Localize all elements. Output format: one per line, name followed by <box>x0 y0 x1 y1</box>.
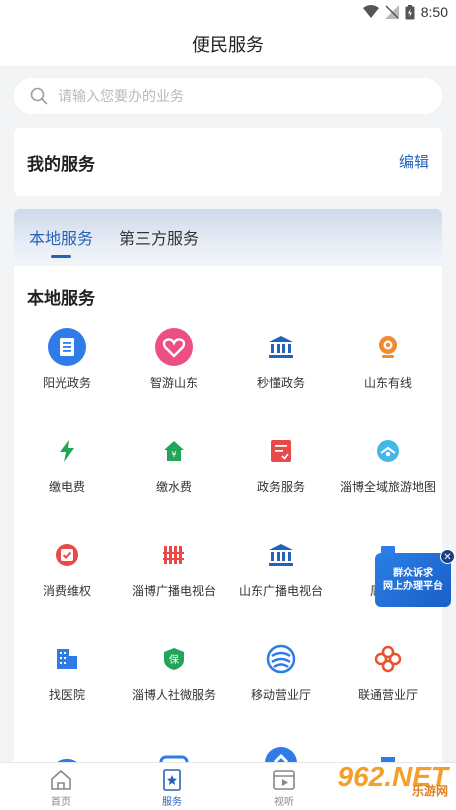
active-tab-indicator <box>51 255 71 258</box>
my-services-card: 我的服务 编辑 <box>14 128 442 196</box>
banner-line-1: 群众诉求 <box>393 568 433 579</box>
heart-icon <box>155 328 193 366</box>
document-icon <box>48 328 86 366</box>
page-title: 便民服务 <box>0 26 456 66</box>
nav-services[interactable]: 服务 <box>142 769 202 808</box>
play-video-icon <box>254 769 314 791</box>
service-zibo-tv[interactable]: 淄博广播电视台 <box>121 536 227 599</box>
nav-home[interactable]: 首页 <box>31 769 91 808</box>
close-icon[interactable]: ✕ <box>440 549 455 564</box>
svg-text:保: 保 <box>169 653 179 666</box>
service-mobile-hall[interactable]: 移动营业厅 <box>228 640 334 703</box>
clock: 8:50 <box>420 4 448 20</box>
nav-label: 服务 <box>162 797 182 808</box>
site-watermark: 962.NET 乐游网 <box>316 760 456 810</box>
nav-label: 首页 <box>51 797 71 808</box>
edit-button[interactable]: 编辑 <box>399 151 429 172</box>
china-mobile-icon <box>262 640 300 678</box>
service-label: 联通营业厅 <box>357 688 418 702</box>
service-tabs: 本地服务 第三方服务 <box>14 209 442 263</box>
complaint-platform-banner[interactable]: 群众诉求 网上办理平台 ✕ <box>375 549 455 607</box>
no-signal-icon <box>384 5 399 19</box>
status-bar: 8:50 <box>0 0 456 26</box>
service-label: 阳光政务 <box>42 376 91 390</box>
service-jiao-shuifei[interactable]: ¥ 缴水费 <box>121 432 227 495</box>
search-placeholder: 请输入您要办的业务 <box>58 88 184 104</box>
service-zibo-renshe[interactable]: 保 淄博人社微服务 <box>121 640 227 703</box>
house-yen-icon: ¥ <box>155 432 193 470</box>
lightning-icon <box>48 432 86 470</box>
service-miaodong-zhengwu[interactable]: 秒懂政务 <box>228 328 334 391</box>
service-label: 山东有线 <box>363 376 412 390</box>
service-xiaofei-weiquan[interactable]: 消费维权 <box>14 536 120 599</box>
service-label: 找医院 <box>48 688 85 702</box>
section-title: 本地服务 <box>27 289 95 308</box>
checklist-icon <box>262 432 300 470</box>
service-label: 智游山东 <box>149 376 198 390</box>
service-unicom-hall[interactable]: 联通营业厅 <box>335 640 441 703</box>
tab-third-party-services[interactable]: 第三方服务 <box>119 225 199 249</box>
service-zhengwu-fuwu[interactable]: 政务服务 <box>228 432 334 495</box>
service-yangguang-zhengwu[interactable]: 阳光政务 <box>14 328 120 391</box>
search-icon <box>30 87 48 105</box>
service-zhiyou-shandong[interactable]: 智游山东 <box>121 328 227 391</box>
service-label: 山东广播电视台 <box>238 584 323 598</box>
travel-globe-icon <box>369 432 407 470</box>
battery-icon <box>405 4 415 19</box>
webcam-icon <box>369 328 407 366</box>
service-label: 消费维权 <box>42 584 91 598</box>
service-label: 缴水费 <box>155 480 192 494</box>
local-services-card: 本地服务 阳光政务 智游山东 秒懂政务 山东有线 缴电费 ¥ 缴水费 政务服务 … <box>14 266 442 766</box>
government-building-icon <box>262 536 300 574</box>
hospital-icon <box>48 640 86 678</box>
wifi-icon <box>362 5 379 18</box>
watermark-sub: 乐游网 <box>411 784 448 798</box>
badge-icon: 保 <box>155 640 193 678</box>
nav-media[interactable]: 视听 <box>254 769 314 808</box>
service-find-hospital[interactable]: 找医院 <box>14 640 120 703</box>
nav-label: 视听 <box>274 797 294 808</box>
government-building-icon <box>262 328 300 366</box>
service-label: 淄博人社微服务 <box>131 688 216 702</box>
shield-check-icon <box>48 536 86 574</box>
service-label: 淄博全域旅游地图 <box>339 480 436 494</box>
service-jiao-dianfei[interactable]: 缴电费 <box>14 432 120 495</box>
star-bookmark-icon <box>142 769 202 791</box>
service-label: 淄博广播电视台 <box>131 584 216 598</box>
bars-icon <box>155 536 193 574</box>
china-unicom-icon <box>369 640 407 678</box>
my-services-title: 我的服务 <box>27 155 95 174</box>
tab-local-services[interactable]: 本地服务 <box>29 225 93 249</box>
service-label: 移动营业厅 <box>250 688 311 702</box>
service-shandong-youxian[interactable]: 山东有线 <box>335 328 441 391</box>
banner-line-2: 网上办理平台 <box>383 581 443 592</box>
service-zibo-travel-map[interactable]: 淄博全域旅游地图 <box>335 432 441 495</box>
service-label: 政务服务 <box>256 480 305 494</box>
svg-text:¥: ¥ <box>171 450 176 459</box>
home-icon <box>31 769 91 791</box>
service-label: 秒懂政务 <box>256 376 305 390</box>
search-input[interactable]: 请输入您要办的业务 <box>14 78 442 114</box>
service-label: 缴电费 <box>48 480 85 494</box>
service-shandong-tv[interactable]: 山东广播电视台 <box>228 536 334 599</box>
